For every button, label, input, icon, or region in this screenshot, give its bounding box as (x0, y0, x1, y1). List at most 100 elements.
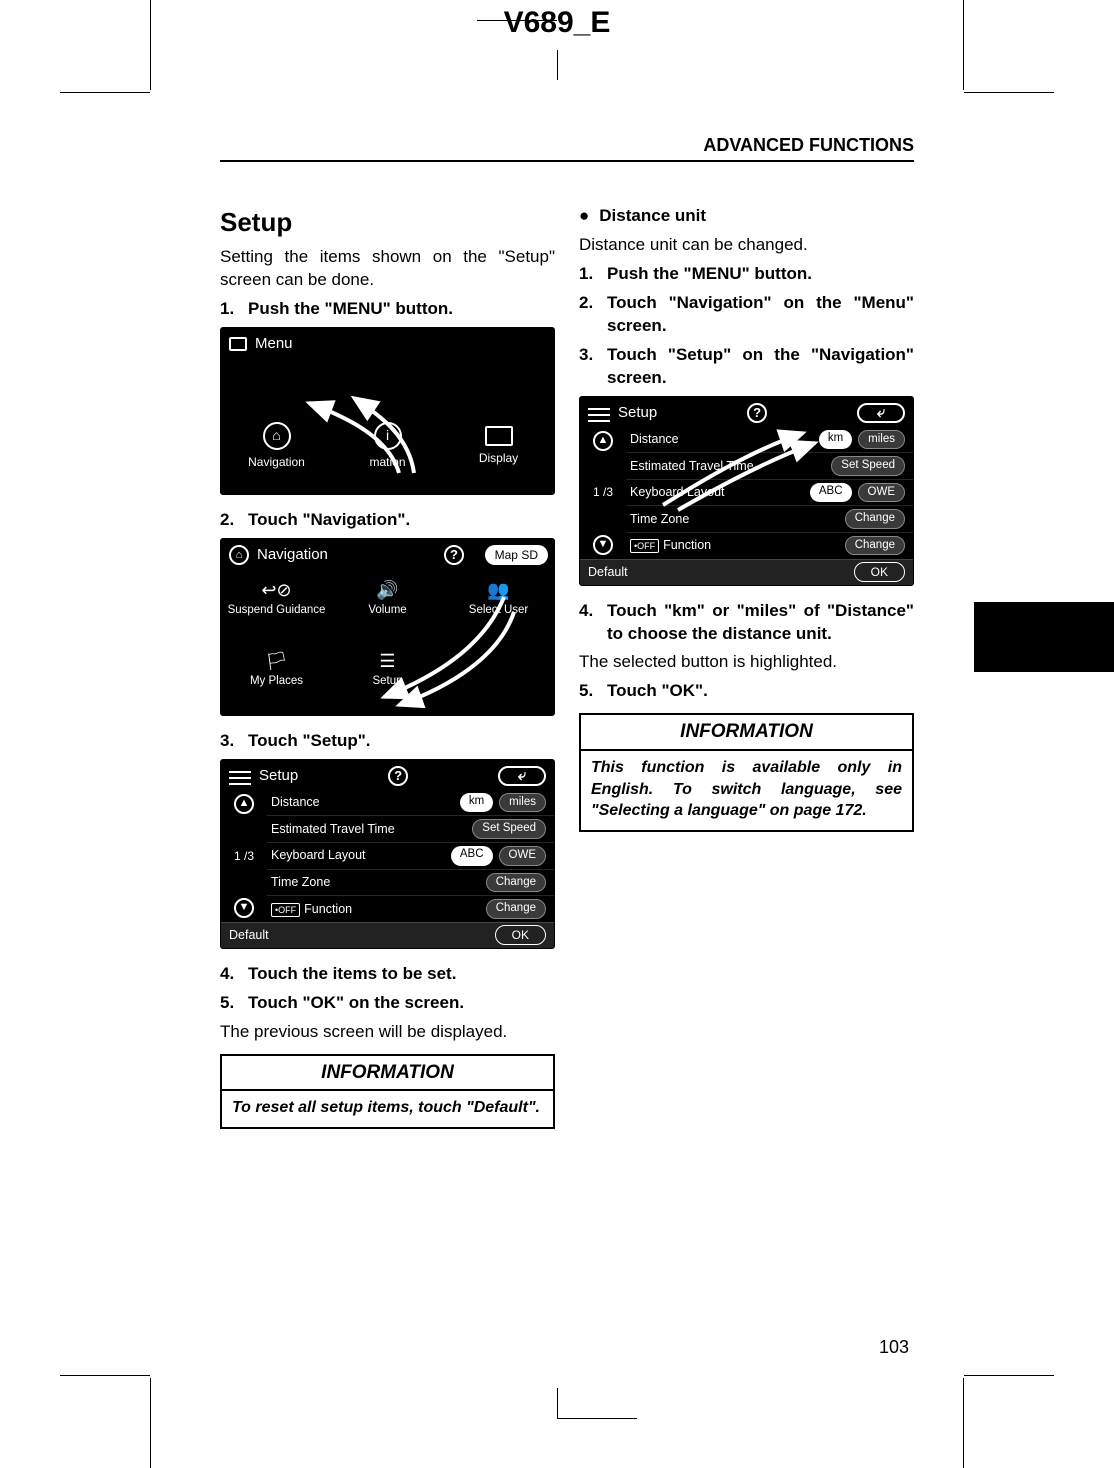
distance-unit-heading: Distance unit (579, 205, 914, 228)
km-button[interactable]: km (819, 430, 852, 450)
default-button[interactable]: Default (588, 564, 628, 581)
off-function-tag: •OFF (630, 539, 659, 553)
abc-button[interactable]: ABC (451, 846, 493, 866)
scroll-down-button[interactable]: ▼ (234, 898, 254, 918)
nav-title-icon: ⌂ (229, 545, 249, 565)
km-button[interactable]: km (460, 793, 493, 813)
left-step-3: 3.Touch "Setup". (220, 730, 555, 753)
left-step-2-text: Touch "Navigation". (248, 509, 410, 532)
nav-item-select-user[interactable]: 👥Select User (443, 573, 554, 644)
menu-item-display-label: Display (459, 450, 539, 466)
menu-screen-title: Menu (255, 334, 293, 354)
right-info-title: INFORMATION (581, 715, 912, 751)
set-speed-button[interactable]: Set Speed (831, 456, 905, 476)
left-step-3-text: Touch "Setup". (248, 730, 371, 753)
ok-button[interactable]: OK (495, 925, 546, 945)
nav-item-suspend-label: Suspend Guidance (223, 603, 330, 619)
row-keyboard-label: Keyboard Layout (271, 847, 366, 864)
right-step-4: 4.Touch "km" or "miles" of "Distance" to… (579, 600, 914, 646)
left-note: The previous screen will be displayed. (220, 1021, 555, 1044)
nav-item-volume[interactable]: 🔊Volume (332, 573, 443, 644)
right-step-2: 2.Touch "Navigation" on the "Menu" scree… (579, 292, 914, 338)
section-header: ADVANCED FUNCTIONS (220, 135, 914, 160)
right-step-2-text: Touch "Navigation" on the "Menu" screen. (607, 292, 914, 338)
setup-icon (229, 769, 251, 783)
right-step-5: 5.Touch "OK". (579, 680, 914, 703)
navigation-screen-title: Navigation (257, 545, 328, 565)
menu-icon (229, 337, 247, 351)
ok-button[interactable]: OK (854, 562, 905, 582)
left-info-box: INFORMATION To reset all setup items, to… (220, 1054, 555, 1129)
page-number: 103 (879, 1337, 909, 1358)
setup-screen-title: Setup (618, 403, 657, 423)
right-column: Distance unit Distance unit can be chang… (579, 205, 914, 1318)
row-ett-label: Estimated Travel Time (271, 821, 395, 838)
right-info-body: This function is available only in Engli… (581, 751, 912, 830)
left-step-5: 5.Touch "OK" on the screen. (220, 992, 555, 1015)
page-indicator: 1 /3 (593, 484, 613, 500)
setup-screen-figure-left: Setup ? ⤶ ▲ 1 /3 ▼ Distance (220, 759, 555, 949)
help-icon[interactable]: ? (388, 766, 408, 786)
setup-icon (588, 406, 610, 420)
thumb-tab (974, 602, 1114, 672)
abc-button[interactable]: ABC (810, 483, 852, 503)
left-step-1-text: Push the "MENU" button. (248, 298, 453, 321)
setup-intro: Setting the items shown on the "Setup" s… (220, 246, 555, 292)
set-speed-button[interactable]: Set Speed (472, 819, 546, 839)
page-indicator: 1 /3 (234, 848, 254, 864)
help-icon[interactable]: ? (444, 545, 464, 565)
section-rule (220, 160, 914, 162)
owe-button[interactable]: OWE (499, 846, 546, 866)
owe-button[interactable]: OWE (858, 483, 905, 503)
timezone-change-button[interactable]: Change (845, 509, 905, 529)
row-function-label: Function (663, 538, 711, 552)
miles-button[interactable]: miles (858, 430, 905, 450)
default-button[interactable]: Default (229, 927, 269, 944)
distance-unit-intro: Distance unit can be changed. (579, 234, 914, 257)
off-function-tag: •OFF (271, 903, 300, 917)
left-step-4: 4.Touch the items to be set. (220, 963, 555, 986)
help-icon[interactable]: ? (747, 403, 767, 423)
function-change-button[interactable]: Change (845, 536, 905, 556)
miles-button[interactable]: miles (499, 793, 546, 813)
setup-heading: Setup (220, 205, 555, 240)
right-step-1-text: Push the "MENU" button. (607, 263, 812, 286)
row-timezone-label: Time Zone (271, 874, 330, 891)
right-step-1: 1.Push the "MENU" button. (579, 263, 914, 286)
timezone-change-button[interactable]: Change (486, 873, 546, 893)
back-button[interactable]: ⤶ (857, 403, 905, 423)
nav-item-setup[interactable]: ☰Setup (332, 644, 443, 715)
right-step-3: 3.Touch "Setup" on the "Navigation" scre… (579, 344, 914, 390)
nav-item-my-places[interactable]: 🏳My Places (221, 644, 332, 715)
map-sd-button[interactable]: Map SD (485, 545, 548, 565)
right-step-4-text: Touch "km" or "miles" of "Distance" to c… (607, 600, 914, 646)
setup-screen-figure-right: Setup ? ⤶ ▲ 1 /3 ▼ Distance (579, 396, 914, 586)
setup-screen-title: Setup (259, 766, 298, 786)
left-step-1: 1.Push the "MENU" button. (220, 298, 555, 321)
nav-item-select-user-label: Select User (445, 603, 552, 619)
nav-item-suspend[interactable]: ↩⊘Suspend Guidance (221, 573, 332, 644)
left-info-title: INFORMATION (222, 1056, 553, 1092)
left-step-2: 2.Touch "Navigation". (220, 509, 555, 532)
left-column: Setup Setting the items shown on the "Se… (220, 205, 555, 1318)
right-note: The selected button is highlighted. (579, 651, 914, 674)
nav-item-my-places-label: My Places (223, 674, 330, 690)
right-step-5-text: Touch "OK". (607, 680, 708, 703)
display-icon (485, 426, 513, 446)
right-info-box: INFORMATION This function is available o… (579, 713, 914, 831)
doc-header: V689_E (504, 6, 611, 40)
menu-screen-figure: Menu ⌂ Navigation i mation Display (220, 327, 555, 495)
nav-item-volume-label: Volume (334, 603, 441, 619)
scroll-up-button[interactable]: ▲ (593, 431, 613, 451)
row-ett-label: Estimated Travel Time (630, 458, 754, 475)
navigation-screen-figure: ⌂ Navigation ? Map SD ↩⊘Suspend Guidance… (220, 538, 555, 716)
left-step-5-text: Touch "OK" on the screen. (248, 992, 464, 1015)
nav-item-setup-label: Setup (334, 674, 441, 690)
scroll-down-button[interactable]: ▼ (593, 535, 613, 555)
scroll-up-button[interactable]: ▲ (234, 794, 254, 814)
menu-item-display[interactable]: Display (459, 422, 539, 470)
right-step-3-text: Touch "Setup" on the "Navigation" screen… (607, 344, 914, 390)
function-change-button[interactable]: Change (486, 899, 546, 919)
left-step-4-text: Touch the items to be set. (248, 963, 456, 986)
back-button[interactable]: ⤶ (498, 766, 546, 786)
